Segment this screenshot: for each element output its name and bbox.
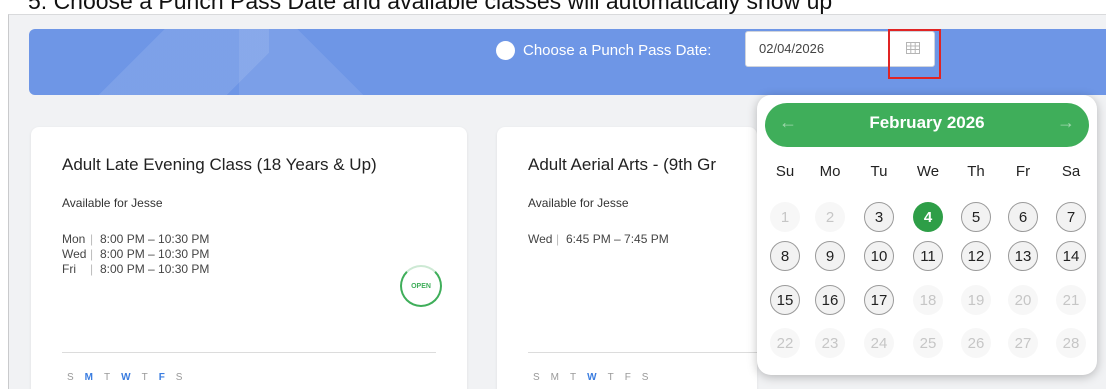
weekday-indicator: SMTWTFS bbox=[533, 372, 648, 383]
calendar-day[interactable]: 10 bbox=[864, 241, 894, 271]
calendar-day[interactable]: 3 bbox=[864, 202, 894, 232]
divider bbox=[528, 352, 757, 353]
weekday-letter: M bbox=[84, 372, 94, 383]
weekday-header: Sa bbox=[1061, 163, 1081, 180]
class-title: Adult Late Evening Class (18 Years & Up) bbox=[62, 155, 377, 174]
weekday-header: Fr bbox=[1015, 163, 1031, 180]
open-status-badge: OPEN bbox=[400, 265, 442, 307]
schedule-day: Wed bbox=[528, 232, 553, 246]
calendar-day: 2 bbox=[815, 202, 845, 232]
calendar-month-title: February 2026 bbox=[869, 113, 985, 132]
next-month-icon[interactable]: → bbox=[1057, 112, 1075, 133]
schedule-time: 8:00 PM – 10:30 PM bbox=[100, 262, 210, 276]
schedule-time: 6:45 PM – 7:45 PM bbox=[566, 232, 669, 246]
schedule-row: Fri | 8:00 PM – 10:30 PM bbox=[62, 262, 209, 277]
calendar-day: 18 bbox=[913, 285, 943, 315]
separator: | bbox=[90, 262, 94, 276]
calendar-day[interactable]: 6 bbox=[1008, 202, 1038, 232]
calendar-day[interactable]: 11 bbox=[913, 241, 943, 271]
calendar-day[interactable]: 13 bbox=[1008, 241, 1038, 271]
weekday-letter: S bbox=[641, 372, 649, 383]
separator: | bbox=[90, 232, 94, 246]
weekday-letter: S bbox=[67, 372, 74, 383]
app-frame: Choose a Punch Pass Date: 02/04/2026 Adu… bbox=[8, 14, 1106, 389]
calendar-day: 28 bbox=[1056, 328, 1086, 358]
weekday-letter: M bbox=[550, 372, 560, 383]
weekday-indicator: SMTWTFS bbox=[67, 372, 182, 383]
weekday-letter: F bbox=[158, 372, 165, 383]
calendar-day[interactable]: 7 bbox=[1056, 202, 1086, 232]
date-label-group: Choose a Punch Pass Date: bbox=[496, 36, 711, 64]
callout-highlight-box bbox=[888, 29, 941, 79]
weekday-letter: S bbox=[175, 372, 183, 383]
weekday-letter: T bbox=[141, 372, 148, 383]
schedule-time: 8:00 PM – 10:30 PM bbox=[100, 247, 210, 261]
separator: | bbox=[90, 247, 94, 261]
calendar-day[interactable]: 5 bbox=[961, 202, 991, 232]
weekday-header: We bbox=[916, 163, 940, 180]
calendar-day: 21 bbox=[1056, 285, 1086, 315]
schedule-day: Fri bbox=[62, 262, 76, 276]
calendar-day: 22 bbox=[770, 328, 800, 358]
schedule-day: Mon bbox=[62, 232, 86, 246]
weekday-header: Tu bbox=[870, 163, 888, 180]
calendar-day[interactable]: 4 bbox=[913, 202, 943, 232]
circle-icon bbox=[496, 40, 515, 60]
weekday-letter: W bbox=[587, 372, 597, 383]
calendar-day[interactable]: 12 bbox=[961, 241, 991, 271]
calendar-day[interactable]: 14 bbox=[1056, 241, 1086, 271]
calendar-day: 25 bbox=[913, 328, 943, 358]
schedule-time: 8:00 PM – 10:30 PM bbox=[100, 232, 210, 246]
schedule-row: Wed | 8:00 PM – 10:30 PM bbox=[62, 247, 209, 262]
weekday-letter: F bbox=[624, 372, 631, 383]
calendar-day[interactable]: 8 bbox=[770, 241, 800, 271]
class-card[interactable]: Adult Aerial Arts - (9th Gr Available fo… bbox=[497, 127, 757, 389]
schedule-list: Wed | 6:45 PM – 7:45 PM bbox=[528, 232, 669, 247]
class-card[interactable]: Adult Late Evening Class (18 Years & Up)… bbox=[31, 127, 467, 389]
separator: | bbox=[556, 232, 560, 246]
calendar-header: ← February 2026 → bbox=[765, 103, 1089, 147]
availability-text: Available for Jesse bbox=[62, 196, 163, 210]
weekday-letter: W bbox=[121, 372, 131, 383]
calendar-day: 27 bbox=[1008, 328, 1038, 358]
class-title: Adult Aerial Arts - (9th Gr bbox=[528, 155, 717, 174]
calendar-day[interactable]: 16 bbox=[815, 285, 845, 315]
weekday-letter: S bbox=[533, 372, 540, 383]
calendar-day: 23 bbox=[815, 328, 845, 358]
weekday-letter: T bbox=[104, 372, 111, 383]
weekday-letter: T bbox=[607, 372, 614, 383]
calendar-day: 26 bbox=[961, 328, 991, 358]
weekday-letter: T bbox=[570, 372, 577, 383]
weekday-header: Su bbox=[775, 163, 795, 180]
schedule-row: Wed | 6:45 PM – 7:45 PM bbox=[528, 232, 669, 247]
calendar-day[interactable]: 15 bbox=[770, 285, 800, 315]
calendar-day: 24 bbox=[864, 328, 894, 358]
calendar-day: 19 bbox=[961, 285, 991, 315]
calendar-day: 1 bbox=[770, 202, 800, 232]
weekday-header: Th bbox=[967, 163, 985, 180]
schedule-list: Mon | 8:00 PM – 10:30 PM Wed | 8:00 PM –… bbox=[62, 232, 209, 277]
schedule-day: Wed bbox=[62, 247, 87, 261]
calendar-day: 20 bbox=[1008, 285, 1038, 315]
date-picker-popup: ← February 2026 → Su Mo Tu We Th Fr Sa 1 2 3 4 5 6 7 8… bbox=[757, 95, 1097, 375]
availability-text: Available for Jesse bbox=[528, 196, 629, 210]
date-label: Choose a Punch Pass Date: bbox=[523, 41, 712, 59]
weekday-header: Mo bbox=[819, 163, 841, 180]
calendar-day[interactable]: 9 bbox=[815, 241, 845, 271]
banner-decoration bbox=[239, 29, 409, 95]
divider bbox=[62, 352, 436, 353]
calendar-day[interactable]: 17 bbox=[864, 285, 894, 315]
schedule-row: Mon | 8:00 PM – 10:30 PM bbox=[62, 232, 209, 247]
